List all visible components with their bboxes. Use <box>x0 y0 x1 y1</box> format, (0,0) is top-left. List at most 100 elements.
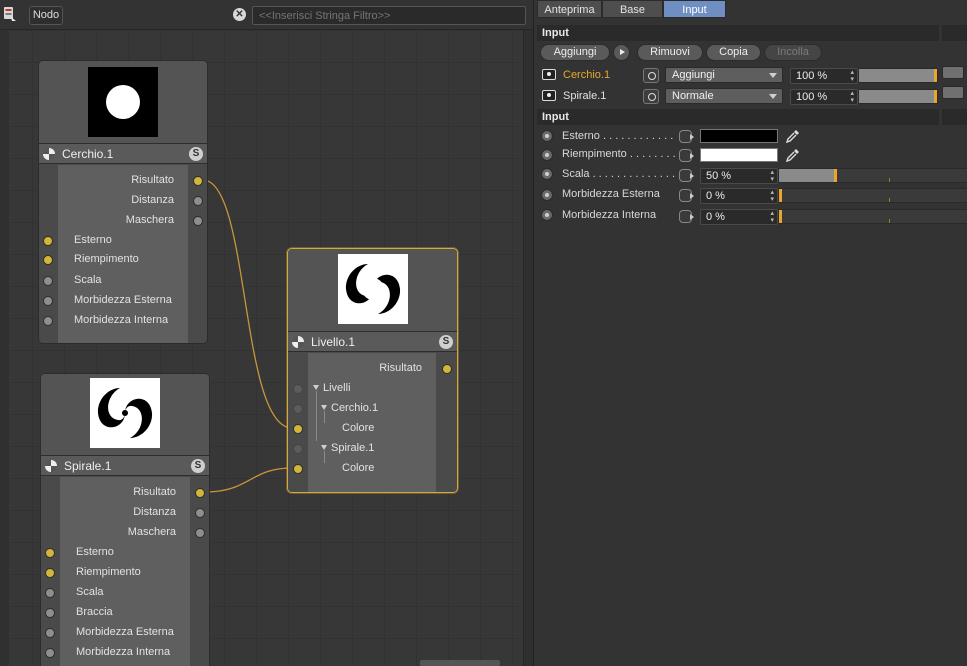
output-port[interactable] <box>195 508 205 518</box>
input-port[interactable] <box>45 648 55 658</box>
animate-toggle[interactable] <box>541 209 553 221</box>
input-port[interactable] <box>43 296 53 306</box>
copy-button[interactable]: Copia <box>706 44 761 61</box>
solo-badge-icon[interactable]: S <box>189 147 203 161</box>
tab-anteprima[interactable]: Anteprima <box>537 0 602 18</box>
opacity-slider[interactable] <box>858 68 938 83</box>
input-label: Braccia <box>76 606 113 618</box>
output-port[interactable] <box>193 176 203 186</box>
input-port[interactable] <box>293 464 303 474</box>
output-port[interactable] <box>195 528 205 538</box>
eyedropper-icon[interactable] <box>786 148 800 162</box>
keyframe-button[interactable] <box>679 210 694 223</box>
section-header-tail <box>942 25 967 41</box>
tree-group-livelli[interactable]: Livelli <box>313 382 351 394</box>
input-port[interactable] <box>293 444 303 454</box>
keyframe-button[interactable] <box>679 149 694 162</box>
outer-softness-field[interactable]: 0 % <box>700 188 778 204</box>
input-port[interactable] <box>43 255 53 265</box>
input-port[interactable] <box>293 384 303 394</box>
output-port[interactable] <box>195 488 205 498</box>
layer-name[interactable]: Cerchio.1 <box>563 69 610 81</box>
link-icon[interactable] <box>643 89 659 104</box>
input-port[interactable] <box>45 548 55 558</box>
keyframe-button[interactable] <box>679 189 694 202</box>
slider-knob[interactable] <box>834 169 838 182</box>
node-cerchio[interactable]: Cerchio.1 S Risultato Distanza Maschera … <box>38 60 208 344</box>
solo-badge-icon[interactable]: S <box>439 335 453 349</box>
visibility-eye-icon[interactable] <box>542 90 556 101</box>
clear-filter-icon[interactable]: ✕ <box>233 8 246 21</box>
scale-slider[interactable] <box>778 168 967 183</box>
outer-softness-slider[interactable] <box>778 188 967 203</box>
input-port[interactable] <box>43 316 53 326</box>
expand-arrow-icon[interactable] <box>321 405 327 410</box>
keyframe-button[interactable] <box>679 130 694 143</box>
editor-horizontal-scrollbar[interactable] <box>420 660 500 666</box>
tree-layer[interactable]: Spirale.1 <box>321 442 374 454</box>
keyframe-button[interactable] <box>679 169 694 182</box>
color-swatch-riempimento[interactable] <box>700 148 778 162</box>
node-livello[interactable]: Livello.1 S Risultato Livelli Cerchio.1 … <box>287 248 458 493</box>
inner-softness-slider[interactable] <box>778 209 967 224</box>
layer-name[interactable]: Spirale.1 <box>563 90 606 102</box>
eyedropper-icon[interactable] <box>786 129 800 143</box>
slider-knob[interactable] <box>934 69 937 82</box>
blend-mode-dropdown[interactable]: Normale <box>665 88 783 104</box>
input-port[interactable] <box>43 236 53 246</box>
link-icon[interactable] <box>643 68 659 83</box>
output-port[interactable] <box>193 196 203 206</box>
tab-input[interactable]: Input <box>663 0 726 18</box>
solo-badge-icon[interactable]: S <box>191 459 205 473</box>
tab-base[interactable]: Base <box>602 0 663 18</box>
node-header[interactable]: Spirale.1 S <box>41 455 209 476</box>
visibility-eye-icon[interactable] <box>542 69 556 80</box>
add-button[interactable]: Aggiungi <box>540 44 610 61</box>
animate-toggle[interactable] <box>541 168 553 180</box>
input-port[interactable] <box>43 276 53 286</box>
color-swatch-esterno[interactable] <box>700 129 778 143</box>
opacity-slider[interactable] <box>858 89 938 104</box>
layer-mask-swatch[interactable] <box>942 86 964 99</box>
node-preview <box>39 61 207 144</box>
expand-arrow-icon[interactable] <box>313 385 319 390</box>
inner-softness-field[interactable]: 0 % <box>700 209 778 225</box>
node-header[interactable]: Cerchio.1 S <box>39 143 207 164</box>
input-port[interactable] <box>45 608 55 618</box>
slider-knob[interactable] <box>779 210 782 223</box>
node-type-icon <box>43 148 55 160</box>
output-port[interactable] <box>193 216 203 226</box>
layer-mask-swatch[interactable] <box>942 66 964 79</box>
output-label: Maschera <box>127 526 176 538</box>
node-spirale[interactable]: Spirale.1 S Risultato Distanza Maschera … <box>40 373 210 666</box>
scale-field[interactable]: 50 % <box>700 168 778 184</box>
tree-layer[interactable]: Cerchio.1 <box>321 402 378 414</box>
input-port[interactable] <box>45 568 55 578</box>
input-port[interactable] <box>45 588 55 598</box>
slider-knob[interactable] <box>934 90 937 103</box>
expand-arrow-icon[interactable] <box>321 445 327 450</box>
output-port[interactable] <box>442 364 452 374</box>
add-menu-arrow-icon[interactable] <box>613 44 630 61</box>
output-label: Distanza <box>133 506 176 518</box>
node-menu-icon[interactable] <box>3 6 17 24</box>
input-label: Esterno <box>76 546 114 558</box>
input-port[interactable] <box>45 628 55 638</box>
slider-knob[interactable] <box>779 189 782 202</box>
remove-button[interactable]: Rimuovi <box>637 44 703 61</box>
opacity-field[interactable]: 100 % <box>790 89 858 105</box>
node-editor[interactable]: Nodo ✕ Cerchio.1 S Risultato Distanza Ma… <box>0 0 533 666</box>
blend-mode-dropdown[interactable]: Aggiungi <box>665 67 783 83</box>
animate-toggle[interactable] <box>541 149 553 161</box>
attribute-label: Riempimento . . . . . . . . <box>562 148 676 160</box>
opacity-field[interactable]: 100 % <box>790 68 858 84</box>
editor-vertical-scrollbar[interactable] <box>523 30 533 666</box>
animate-toggle[interactable] <box>541 189 553 201</box>
node-header[interactable]: Livello.1 S <box>288 331 457 352</box>
animate-toggle[interactable] <box>541 130 553 142</box>
filter-input[interactable] <box>252 6 526 25</box>
input-port[interactable] <box>293 404 303 414</box>
input-port[interactable] <box>293 424 303 434</box>
node-menu-button[interactable]: Nodo <box>29 6 63 25</box>
paste-button[interactable]: Incolla <box>764 44 822 61</box>
